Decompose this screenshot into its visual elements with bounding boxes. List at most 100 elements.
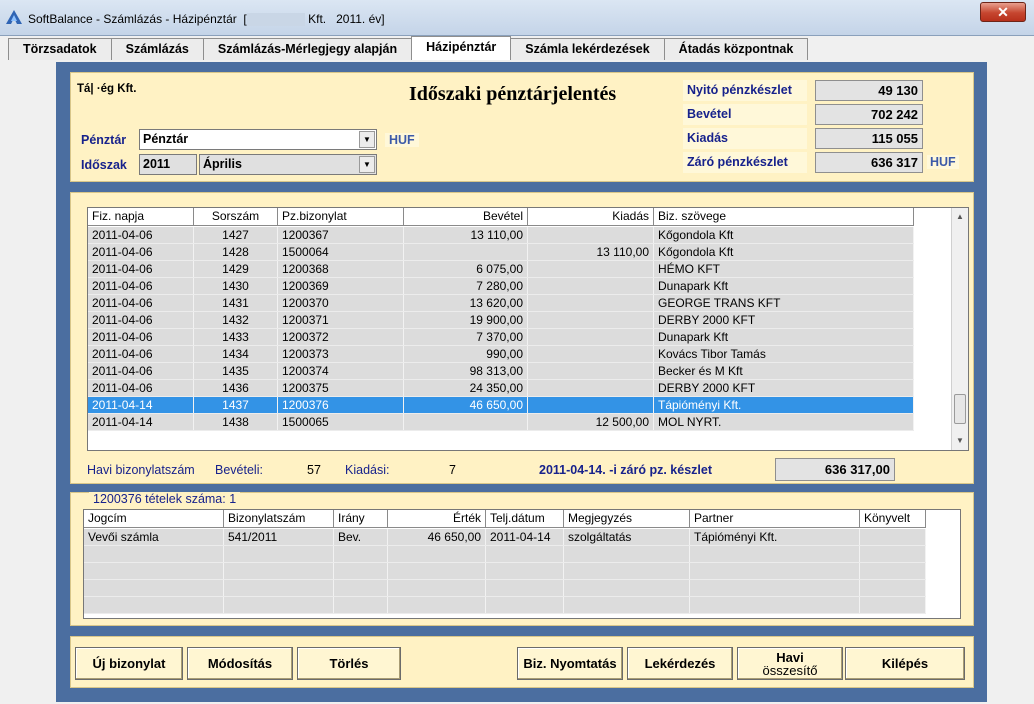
table-cell: 1427 [194, 227, 278, 243]
column-header[interactable]: Irány [334, 510, 388, 528]
detail-panel: 1200376 tételek száma: 1 Jogcím Bizonyla… [70, 492, 974, 626]
table-cell [404, 244, 528, 260]
column-header[interactable]: Bevétel [404, 208, 528, 226]
table-row[interactable]: 2011-04-06 1431 1200370 13 620,00 GEORGE TRA… [88, 295, 914, 312]
detail-header: Jogcím Bizonylatszám Irány Érték Telj.dá… [84, 510, 926, 528]
table-cell: 2011-04-06 [88, 278, 194, 294]
table-row[interactable]: Vevői számla 541/2011 Bev. 46 650,00 2011-04… [84, 529, 926, 546]
exit-button[interactable]: Kilépés [845, 647, 965, 680]
query-button[interactable]: Lekérdezés [627, 647, 733, 680]
column-header[interactable]: Fiz. napja [88, 208, 194, 226]
year-field[interactable]: 2011 [139, 154, 197, 175]
column-header[interactable]: Sorszám [194, 208, 278, 226]
column-header[interactable]: Telj.dátum [486, 510, 564, 528]
table-cell [860, 563, 926, 579]
zaro-value: 636 317 [815, 152, 923, 173]
table-cell [528, 261, 654, 277]
table-cell [334, 580, 388, 596]
table-row[interactable]: 2011-04-06 1428 1500064 13 110,00 Kőgondola … [88, 244, 914, 261]
tab-hazipenztar[interactable]: Házipénztár [411, 36, 512, 60]
tab-torzsadatok[interactable]: Törzsadatok [8, 38, 112, 60]
transactions-panel: Fiz. napja Sorszám Pz.bizonylat Bevétel … [70, 192, 974, 484]
table-cell: Kőgondola Kft [654, 227, 914, 243]
table-cell: 13 110,00 [528, 244, 654, 260]
tab-szamla-lekerdezesek[interactable]: Számla lekérdezések [510, 38, 665, 60]
close-button[interactable]: ✕ [980, 2, 1026, 22]
table-cell: 46 650,00 [404, 397, 528, 413]
chevron-down-icon[interactable]: ▼ [359, 156, 375, 173]
column-header[interactable]: Jogcím [84, 510, 224, 528]
table-cell: 990,00 [404, 346, 528, 362]
table-row[interactable]: 2011-04-14 1438 1500065 12 500,00 MOL NYRT. [88, 414, 914, 431]
table-row[interactable]: 2011-04-06 1427 1200367 13 110,00 Kőgondola … [88, 227, 914, 244]
column-header[interactable]: Partner [690, 510, 860, 528]
table-cell [224, 546, 334, 562]
table-cell: Dunapark Kft [654, 278, 914, 294]
delete-button[interactable]: Törlés [297, 647, 401, 680]
table-cell [224, 597, 334, 613]
detail-grid[interactable]: Jogcím Bizonylatszám Irány Érték Telj.dá… [83, 509, 961, 619]
table-cell: Kovács Tibor Tamás [654, 346, 914, 362]
table-cell [528, 346, 654, 362]
table-cell [564, 563, 690, 579]
column-header[interactable]: Megjegyzés [564, 510, 690, 528]
table-cell: 2011-04-06 [88, 295, 194, 311]
table-cell: Dunapark Kft [654, 329, 914, 345]
scroll-thumb[interactable] [954, 394, 966, 424]
table-row[interactable]: 2011-04-06 1434 1200373 990,00 Kovács Tibor … [88, 346, 914, 363]
column-header[interactable]: Biz. szövege [654, 208, 914, 226]
table-cell: DERBY 2000 KFT [654, 312, 914, 328]
scroll-down-icon[interactable]: ▼ [954, 434, 966, 448]
table-row[interactable]: 2011-04-14 1437 1200376 46 650,00 Tápióményi… [88, 397, 914, 414]
table-cell [564, 597, 690, 613]
column-header[interactable]: Érték [388, 510, 486, 528]
table-row[interactable]: 2011-04-06 1436 1200375 24 350,00 DERBY 2000… [88, 380, 914, 397]
table-cell: 1500064 [278, 244, 404, 260]
tab-atadas-kozpontnak[interactable]: Átadás központnak [663, 38, 809, 60]
monthly-summary-label-2: összesítő [762, 662, 818, 678]
table-row[interactable]: 2011-04-06 1435 1200374 98 313,00 Becker és … [88, 363, 914, 380]
modify-button[interactable]: Módosítás [187, 647, 293, 680]
window-title: SoftBalance - Számlázás - Házipénztár [ … [28, 12, 385, 27]
table-cell: 12 500,00 [528, 414, 654, 430]
table-row[interactable]: 2011-04-06 1432 1200371 19 900,00 DERBY 2000… [88, 312, 914, 329]
company-name: Tá| ·ég Kft. [77, 83, 137, 95]
column-header[interactable]: Kiadás [528, 208, 654, 226]
detail-rows: Vevői számla 541/2011 Bev. 46 650,00 2011-04… [84, 529, 926, 614]
table-cell: 2011-04-14 [88, 397, 194, 413]
penztar-label: Pénztár [81, 133, 127, 147]
table-cell: 1430 [194, 278, 278, 294]
table-cell: Vevői számla [84, 529, 224, 545]
new-document-button[interactable]: Új bizonylat [75, 647, 183, 680]
monthly-summary-label-1: Havi [776, 649, 804, 665]
closing-value: 636 317,00 [775, 458, 895, 481]
print-document-button[interactable]: Biz. Nyomtatás [517, 647, 623, 680]
column-header[interactable]: Pz.bizonylat [278, 208, 404, 226]
tab-szamlazas[interactable]: Számlázás [110, 38, 204, 60]
month-select[interactable]: Április ▼ [199, 154, 377, 175]
column-header[interactable]: Könyvelt [860, 510, 926, 528]
table-cell: 2011-04-06 [88, 227, 194, 243]
title-bar: SoftBalance - Számlázás - Házipénztár [ … [0, 0, 1034, 36]
table-row[interactable]: 2011-04-06 1430 1200369 7 280,00 Dunapark Kf… [88, 278, 914, 295]
penztar-select[interactable]: Pénztár ▼ [139, 129, 377, 150]
detail-caption: 1200376 tételek száma: 1 [89, 492, 241, 506]
table-cell: 1435 [194, 363, 278, 379]
monthly-summary-button[interactable]: Havi összesítő [737, 647, 843, 680]
table-cell: 2011-04-06 [88, 244, 194, 260]
table-row[interactable]: 2011-04-06 1433 1200372 7 370,00 Dunapark Kf… [88, 329, 914, 346]
table-cell [690, 580, 860, 596]
table-cell [388, 546, 486, 562]
month-value: Április [203, 157, 242, 171]
table-cell: 1200369 [278, 278, 404, 294]
table-cell [84, 580, 224, 596]
scroll-up-icon[interactable]: ▲ [954, 210, 966, 224]
transactions-grid[interactable]: Fiz. napja Sorszám Pz.bizonylat Bevétel … [87, 207, 969, 451]
table-row[interactable]: 2011-04-06 1429 1200368 6 075,00 HÉMO KFT [88, 261, 914, 278]
tab-szamlazas-merlegjegy[interactable]: Számlázás-Mérlegjegy alapján [202, 38, 413, 60]
table-cell: 46 650,00 [388, 529, 486, 545]
vertical-scrollbar[interactable]: ▲ ▼ [951, 208, 968, 450]
column-header[interactable]: Bizonylatszám [224, 510, 334, 528]
chevron-down-icon[interactable]: ▼ [359, 131, 375, 148]
app-logo-icon [6, 10, 22, 24]
